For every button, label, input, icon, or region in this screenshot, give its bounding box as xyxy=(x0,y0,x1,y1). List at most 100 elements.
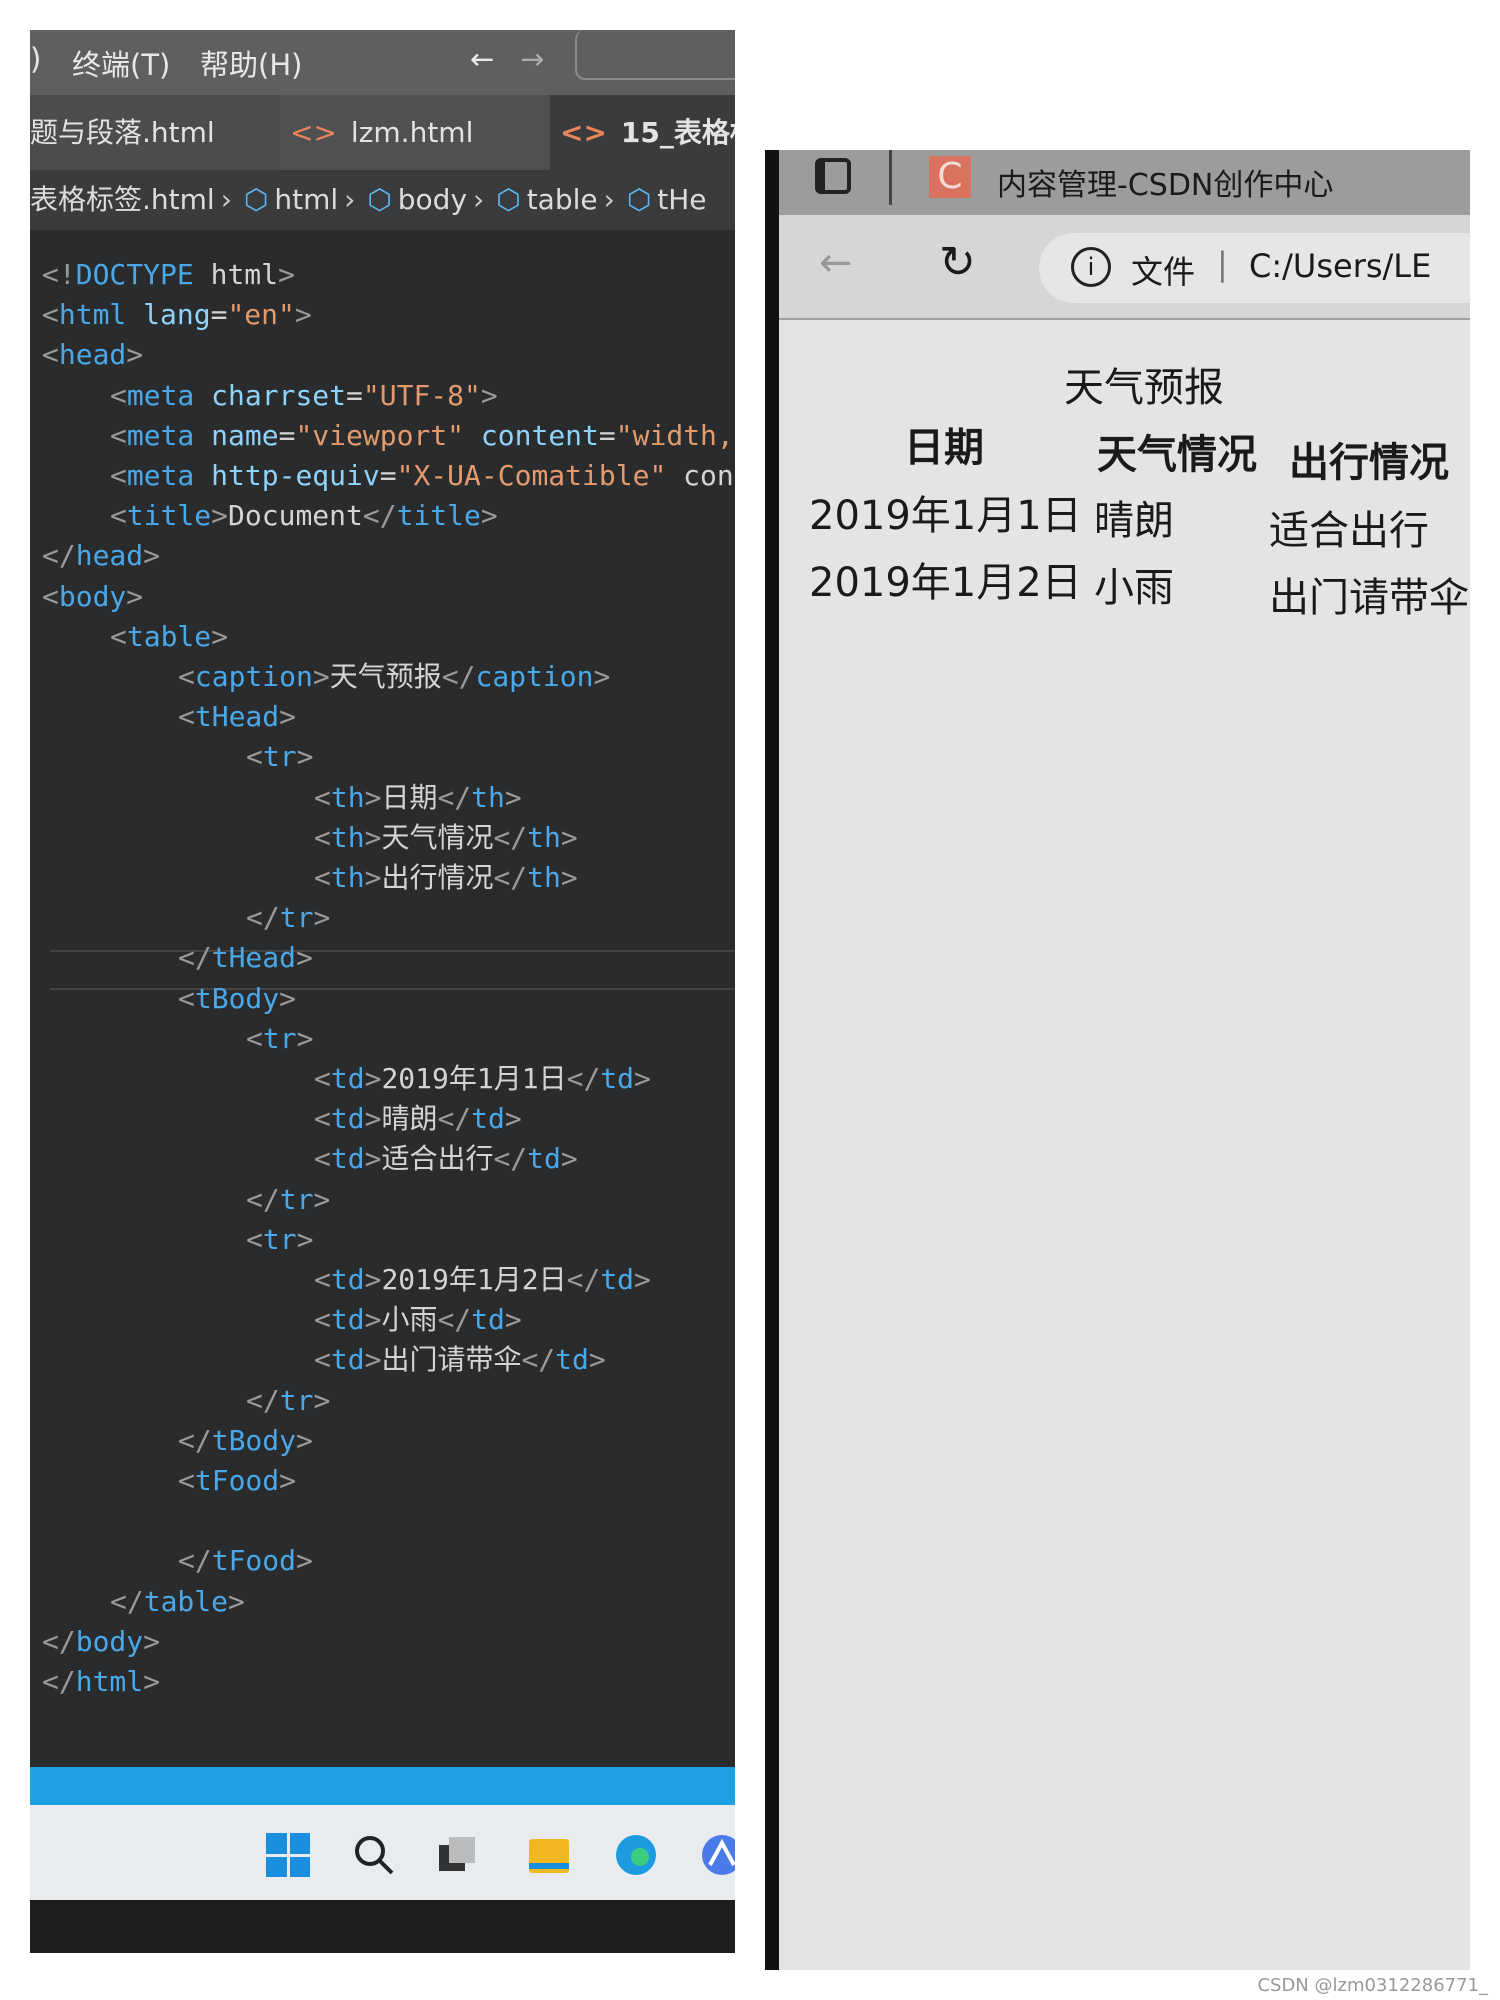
file-label: 文件 xyxy=(1131,253,1196,291)
code-line: <title>Document</title> xyxy=(110,499,498,533)
code-line: </html> xyxy=(42,1665,161,1698)
code-line: <td>2019年1月2日</td> xyxy=(314,1263,651,1296)
code-line: <tFood> xyxy=(178,1464,297,1497)
code-line: </tFood> xyxy=(178,1544,313,1578)
tab-label: 15_表格标 xyxy=(620,116,735,149)
watermark: CSDN @lzm0312286771_ xyxy=(1257,1975,1488,1996)
windows-taskbar xyxy=(30,1805,735,1900)
table-header: 天气情况 xyxy=(1097,432,1257,478)
code-line: <table> xyxy=(110,619,229,653)
code-line: <body> xyxy=(42,579,144,613)
table-cell: 2019年1月1日 xyxy=(809,493,1082,539)
separator: | xyxy=(1217,245,1228,283)
favicon-letter: C xyxy=(937,156,963,197)
code-line: </body> xyxy=(42,1624,161,1658)
browser-photo: C 内容管理-CSDN创作中心 ← ↻ i 文件 | C:/Users/LE 天… xyxy=(765,150,1470,1970)
table-header: 日期 xyxy=(904,425,984,471)
code-line: </tHead> xyxy=(178,941,313,975)
command-center-search[interactable] xyxy=(575,30,735,80)
table-cell: 晴朗 xyxy=(1094,498,1174,544)
tab-label: 题与段落.html xyxy=(30,116,215,149)
address-bar[interactable]: i 文件 | C:/Users/LE xyxy=(1039,233,1470,303)
code-line: <tr> xyxy=(246,1222,314,1256)
html-file-icon: <> xyxy=(560,116,607,149)
browser-tab-bar: C 内容管理-CSDN创作中心 xyxy=(779,150,1470,215)
url-text: C:/Users/LE xyxy=(1249,247,1432,285)
forward-arrow-icon[interactable]: → xyxy=(520,42,544,76)
code-line: <tHead> xyxy=(178,700,297,734)
breadcrumb-item[interactable]: tHe xyxy=(657,183,706,216)
edge-icon[interactable] xyxy=(614,1833,658,1877)
back-arrow-icon[interactable]: ← xyxy=(470,42,494,76)
code-line: <!DOCTYPE html> xyxy=(42,258,295,291)
table-cell: 适合出行 xyxy=(1269,508,1429,554)
code-line: <td>适合出行</td> xyxy=(314,1142,578,1176)
chevron-right-icon: › xyxy=(603,183,615,216)
folder-icon[interactable] xyxy=(527,1833,571,1877)
code-area[interactable]: <!DOCTYPE html> <html lang="en"> <head> <me… xyxy=(30,235,735,1755)
code-editor-photo: ) 终端(T) 帮助(H) ← → 题与段落.html <> lzm.html <… xyxy=(30,30,735,1953)
monitor-bezel xyxy=(30,1900,735,1953)
divider xyxy=(889,150,892,205)
task-view-icon[interactable] xyxy=(435,1833,479,1877)
chevron-right-icon: › xyxy=(344,183,356,216)
menu-item-partial[interactable]: ) xyxy=(30,42,41,76)
reload-icon[interactable]: ↻ xyxy=(939,237,976,288)
tab-paragraph[interactable]: 题与段落.html xyxy=(30,95,270,170)
breadcrumb-file[interactable]: 表格标签.html xyxy=(30,183,215,216)
code-line: <tr> xyxy=(246,1021,314,1055)
code-line: </tBody> xyxy=(178,1423,313,1457)
sidebar-toggle-icon[interactable] xyxy=(815,158,851,194)
address-row: ← ↻ i 文件 | C:/Users/LE xyxy=(779,215,1470,320)
tab-table-tags[interactable]: <> 15_表格标 xyxy=(550,95,735,170)
code-line: <th>出行情况</th> xyxy=(314,861,578,894)
code-line: <meta name="viewport" content="width, xyxy=(110,418,734,452)
cube-icon: ⬡ xyxy=(367,183,392,216)
code-line: <meta http-equiv="X-UA-Comatible" con xyxy=(110,459,734,492)
code-line: <td>出门请带伞</td> xyxy=(314,1343,606,1377)
code-line: <td>2019年1月1日</td> xyxy=(314,1062,651,1095)
table-cell: 出门请带伞 xyxy=(1269,575,1469,621)
status-bar xyxy=(30,1767,735,1805)
code-line: <caption>天气预报</caption> xyxy=(178,660,611,693)
search-icon[interactable] xyxy=(352,1833,396,1877)
editor-tabs: 题与段落.html <> lzm.html <> 15_表格标 xyxy=(30,95,735,170)
current-line-highlight xyxy=(50,950,735,990)
chevron-right-icon: › xyxy=(473,183,485,216)
tab-label: lzm.html xyxy=(350,116,474,149)
cube-icon: ⬡ xyxy=(496,183,521,216)
code-line: </tr> xyxy=(246,1182,331,1216)
info-icon[interactable]: i xyxy=(1071,247,1111,287)
code-line: </tr> xyxy=(246,1383,331,1417)
breadcrumb-item[interactable]: table xyxy=(527,183,598,216)
back-arrow-icon[interactable]: ← xyxy=(819,240,853,286)
code-line: <html lang="en"> xyxy=(42,298,312,332)
code-line: <tBody> xyxy=(178,981,297,1015)
code-line: <meta charrset="UTF-8"> xyxy=(110,378,498,412)
code-line: </tr> xyxy=(246,901,331,935)
menu-item-help[interactable]: 帮助(H) xyxy=(200,42,302,84)
cube-icon: ⬡ xyxy=(243,183,269,216)
cube-icon: ⬡ xyxy=(626,183,652,216)
menu-item-terminal[interactable]: 终端(T) xyxy=(72,42,170,84)
code-line: <th>日期</th> xyxy=(314,780,522,814)
table-cell: 2019年1月2日 xyxy=(809,560,1082,606)
code-line: <td>小雨</td> xyxy=(314,1303,522,1337)
menu-bar: ) 终端(T) 帮助(H) ← → xyxy=(30,30,735,95)
csdn-favicon: C xyxy=(929,156,971,198)
breadcrumb: 表格标签.html › ⬡ html › ⬡ body › ⬡ table › ⬡ tHe xyxy=(30,170,735,230)
code-line: <th>天气情况</th> xyxy=(314,820,578,854)
code-line: </table> xyxy=(110,1584,245,1618)
code-line: <tr> xyxy=(246,740,314,774)
chevron-right-icon: › xyxy=(220,183,232,216)
table-caption: 天气预报 xyxy=(1064,365,1224,411)
html-file-icon: <> xyxy=(290,116,337,149)
app-icon[interactable] xyxy=(700,1833,735,1877)
code-line: <head> xyxy=(42,338,144,372)
code-line: </head> xyxy=(42,539,161,573)
windows-icon[interactable] xyxy=(266,1833,310,1877)
breadcrumb-item[interactable]: html xyxy=(274,183,338,216)
breadcrumb-item[interactable]: body xyxy=(398,183,467,216)
tab-lzm[interactable]: <> lzm.html xyxy=(280,95,550,170)
browser-tab-title[interactable]: 内容管理-CSDN创作中心 xyxy=(997,160,1333,204)
